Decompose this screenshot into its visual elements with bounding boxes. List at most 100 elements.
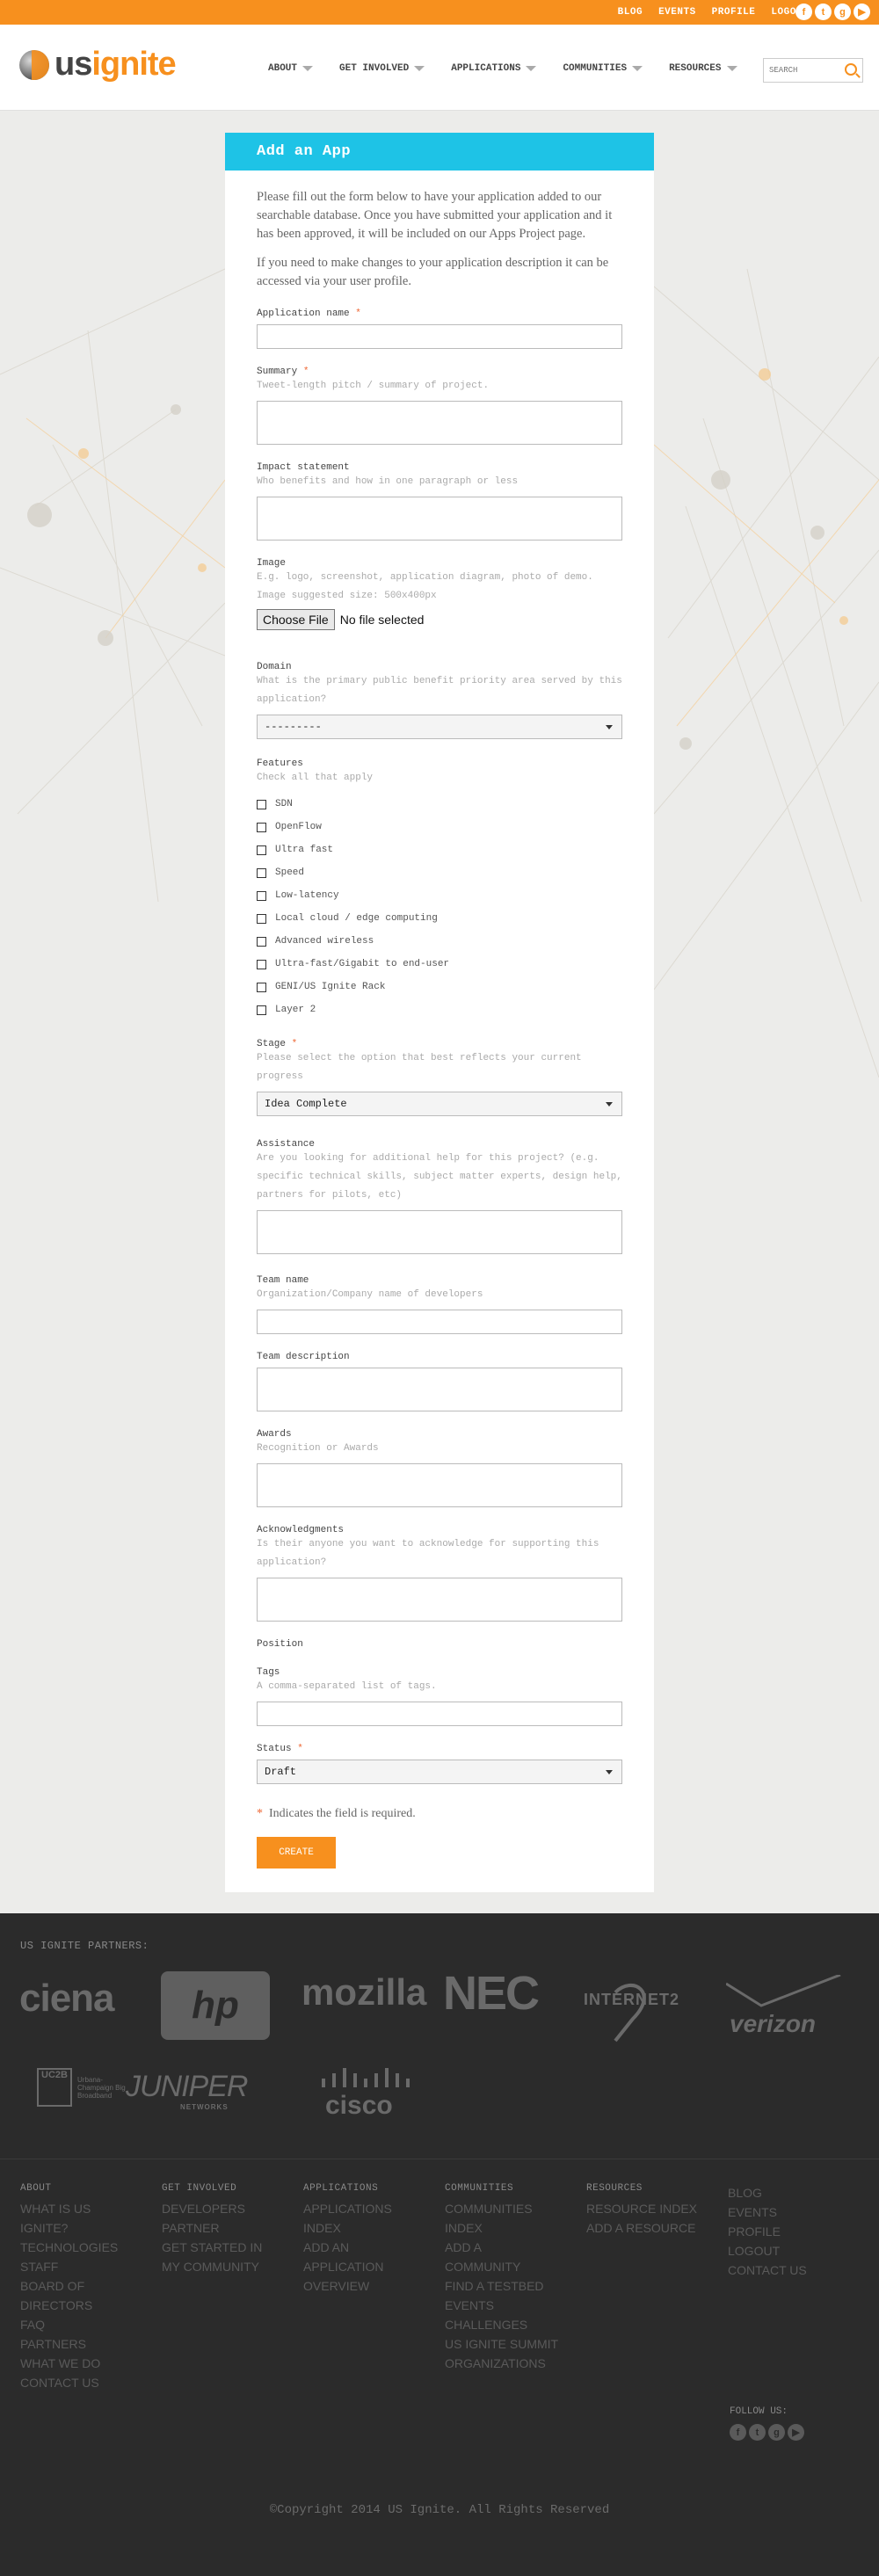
footer-link[interactable]: PARTNER (162, 2218, 294, 2238)
footer-link[interactable]: CHALLENGES (445, 2315, 577, 2334)
checkbox[interactable] (257, 913, 266, 924)
ciena-logo[interactable]: ciena (19, 1977, 115, 2021)
image-help: E.g. logo, screenshot, application diagr… (257, 572, 593, 583)
uc2b-logo[interactable]: UC2B Urbana-Champaign Big Broadband (37, 2068, 130, 2107)
twitter-icon[interactable]: t (749, 2424, 766, 2441)
nec-logo[interactable]: NEC (443, 1966, 540, 2021)
feature-openflow[interactable]: OpenFlow (257, 816, 622, 838)
footer-link[interactable]: BLOG (728, 2183, 860, 2202)
juniper-logo[interactable]: JUNIPER (126, 2070, 248, 2104)
feature-advanced-wireless[interactable]: Advanced wireless (257, 930, 622, 953)
footer-link[interactable]: INDEX (445, 2218, 577, 2238)
footer-link[interactable]: RESOURCE INDEX (586, 2199, 718, 2218)
profile-link[interactable]: PROFILE (712, 7, 756, 18)
feature-layer-2[interactable]: Layer 2 (257, 998, 622, 1021)
nav-get-involved[interactable]: GET INVOLVED (339, 63, 425, 74)
footer-link[interactable]: TECHNOLOGIES (20, 2238, 152, 2257)
feature-speed[interactable]: Speed (257, 861, 622, 884)
footer-link[interactable]: ADD A RESOURCE (586, 2218, 718, 2238)
checkbox[interactable] (257, 822, 266, 832)
footer-link[interactable]: PROFILE (728, 2222, 860, 2241)
footer-link[interactable]: INDEX (303, 2218, 435, 2238)
checkbox[interactable] (257, 799, 266, 809)
search-icon[interactable] (845, 63, 857, 76)
verizon-logo[interactable]: verizon (730, 2010, 816, 2038)
footer-link[interactable]: CONTACT US (20, 2373, 152, 2392)
status-select[interactable]: Draft (257, 1760, 622, 1784)
footer-link[interactable]: FIND A TESTBED (445, 2276, 577, 2296)
awards-textarea[interactable] (257, 1463, 622, 1507)
impact-textarea[interactable] (257, 497, 622, 541)
footer-link[interactable]: COMMUNITIES (445, 2199, 577, 2218)
footer-link[interactable]: CONTACT US (728, 2260, 860, 2280)
footer-link[interactable]: LOGOUT (728, 2241, 860, 2260)
footer-link[interactable]: IGNITE? (20, 2218, 152, 2238)
footer-link[interactable]: APPLICATION (303, 2257, 435, 2276)
footer-link[interactable]: GET STARTED IN (162, 2238, 294, 2257)
cisco-logo[interactable]: cisco (325, 2091, 393, 2121)
feature-low-latency[interactable]: Low-latency (257, 884, 622, 907)
search-input[interactable] (764, 59, 838, 82)
image-size-help: Image suggested size: 500x400px (257, 591, 437, 601)
events-link[interactable]: EVENTS (658, 7, 696, 18)
mozilla-logo[interactable]: mozilla (301, 1971, 426, 2014)
nav-about[interactable]: ABOUT (268, 63, 314, 74)
footer-link[interactable]: WHAT IS US (20, 2199, 152, 2218)
feature-local-cloud[interactable]: Local cloud / edge computing (257, 907, 622, 930)
footer-link[interactable]: FAQ (20, 2315, 152, 2334)
assistance-field: Assistance Are you looking for additiona… (257, 1139, 622, 1254)
footer-link[interactable]: ADD AN (303, 2238, 435, 2257)
checkbox[interactable] (257, 845, 266, 855)
checkbox[interactable] (257, 936, 266, 947)
facebook-icon[interactable]: f (795, 4, 812, 20)
uc2b-text: Urbana-Champaign Big Broadband (77, 2075, 126, 2100)
team-name-input[interactable] (257, 1310, 622, 1334)
app-name-input[interactable] (257, 324, 622, 349)
footer-link[interactable]: PARTNERS (20, 2334, 152, 2354)
choose-file-button[interactable]: Choose File (257, 609, 335, 630)
footer-link[interactable]: APPLICATIONS (303, 2199, 435, 2218)
footer-link[interactable]: DIRECTORS (20, 2296, 152, 2315)
feature-gigabit[interactable]: Ultra-fast/Gigabit to end-user (257, 953, 622, 976)
checkbox[interactable] (257, 982, 266, 992)
checkbox[interactable] (257, 959, 266, 969)
acknowledgments-textarea[interactable] (257, 1578, 622, 1622)
footer-link[interactable]: EVENTS (445, 2296, 577, 2315)
blog-link[interactable]: BLOG (618, 7, 643, 18)
footer-link[interactable]: ORGANIZATIONS (445, 2354, 577, 2373)
footer-link[interactable]: MY COMMUNITY (162, 2257, 294, 2276)
hp-logo[interactable]: hp (161, 1971, 270, 2040)
team-description-textarea[interactable] (257, 1368, 622, 1411)
footer-link[interactable]: DEVELOPERS (162, 2199, 294, 2218)
tags-input[interactable] (257, 1702, 622, 1726)
stage-select[interactable]: Idea Complete (257, 1092, 622, 1116)
footer-link[interactable]: ADD A (445, 2238, 577, 2257)
youtube-icon[interactable]: ▶ (854, 4, 870, 20)
create-button[interactable]: CREATE (257, 1837, 336, 1869)
nav-applications[interactable]: APPLICATIONS (451, 63, 537, 74)
footer-link[interactable]: WHAT WE DO (20, 2354, 152, 2373)
footer-link[interactable]: OVERVIEW (303, 2276, 435, 2296)
checkbox[interactable] (257, 890, 266, 901)
nav-communities[interactable]: COMMUNITIES (563, 63, 643, 74)
footer-link[interactable]: US IGNITE SUMMIT (445, 2334, 577, 2354)
facebook-icon[interactable]: f (730, 2424, 746, 2441)
feature-ultra-fast[interactable]: Ultra fast (257, 838, 622, 861)
checkbox[interactable] (257, 867, 266, 878)
google-plus-icon[interactable]: g (834, 4, 851, 20)
feature-geni-rack[interactable]: GENI/US Ignite Rack (257, 976, 622, 998)
twitter-icon[interactable]: t (815, 4, 832, 20)
footer-link[interactable]: EVENTS (728, 2202, 860, 2222)
assistance-textarea[interactable] (257, 1210, 622, 1254)
youtube-icon[interactable]: ▶ (788, 2424, 804, 2441)
us-ignite-logo[interactable]: usignite (19, 46, 177, 83)
footer-link[interactable]: BOARD OF (20, 2276, 152, 2296)
checkbox[interactable] (257, 1005, 266, 1015)
summary-textarea[interactable] (257, 401, 622, 445)
footer-link[interactable]: STAFF (20, 2257, 152, 2276)
footer-link[interactable]: COMMUNITY (445, 2257, 577, 2276)
domain-select[interactable]: --------- (257, 715, 622, 739)
feature-sdn[interactable]: SDN (257, 793, 622, 816)
google-plus-icon[interactable]: g (768, 2424, 785, 2441)
nav-resources[interactable]: RESOURCES (669, 63, 737, 74)
